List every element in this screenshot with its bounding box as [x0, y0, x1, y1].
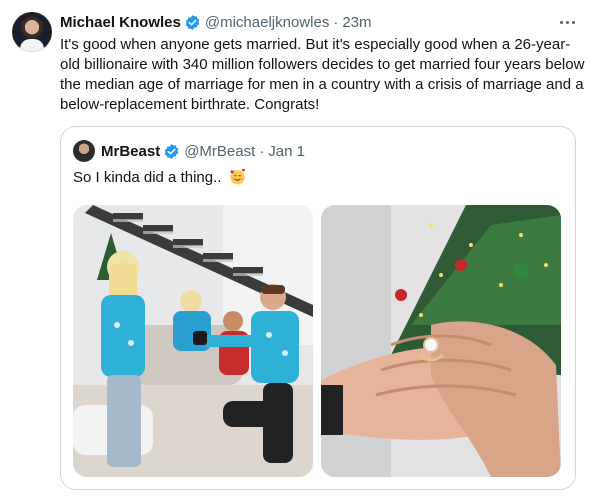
author-handle[interactable]: @michaeljknowles: [205, 14, 329, 31]
author-name[interactable]: Michael Knowles: [60, 14, 181, 31]
quoted-author-avatar[interactable]: [73, 140, 95, 162]
tweet-time[interactable]: 23m: [342, 14, 371, 31]
tweet-card[interactable]: Michael Knowles @michaeljknowles · 23m I…: [0, 0, 607, 501]
quoted-text: So I kinda did a thing..: [73, 169, 222, 186]
quoted-separator: ·: [259, 142, 265, 160]
verified-badge-icon: [185, 14, 200, 30]
tweet-text: It's good when anyone gets married. But …: [60, 36, 585, 113]
proposal-photo[interactable]: [73, 205, 313, 477]
smiling-face-with-hearts-emoji-icon: [229, 168, 245, 185]
tweet-header: Michael Knowles @michaeljknowles · 23m: [60, 12, 372, 32]
proposal-photo-illustration: [73, 205, 313, 477]
quoted-date[interactable]: Jan 1: [268, 143, 305, 160]
engagement-ring-photo-illustration: [321, 205, 561, 477]
author-avatar[interactable]: [12, 12, 52, 52]
engagement-ring-photo[interactable]: [321, 205, 561, 477]
quoted-header: MrBeast @MrBeast · Jan 1: [73, 140, 305, 162]
more-options-icon[interactable]: [555, 12, 579, 32]
quoted-text-row: So I kinda did a thing..: [73, 167, 247, 188]
quoted-author-handle[interactable]: @MrBeast: [184, 143, 255, 160]
verified-badge-icon: [164, 143, 179, 159]
header-separator: ·: [333, 13, 339, 31]
quoted-tweet[interactable]: MrBeast @MrBeast · Jan 1 So I kinda did …: [60, 126, 576, 490]
quoted-author-name[interactable]: MrBeast: [101, 143, 160, 160]
